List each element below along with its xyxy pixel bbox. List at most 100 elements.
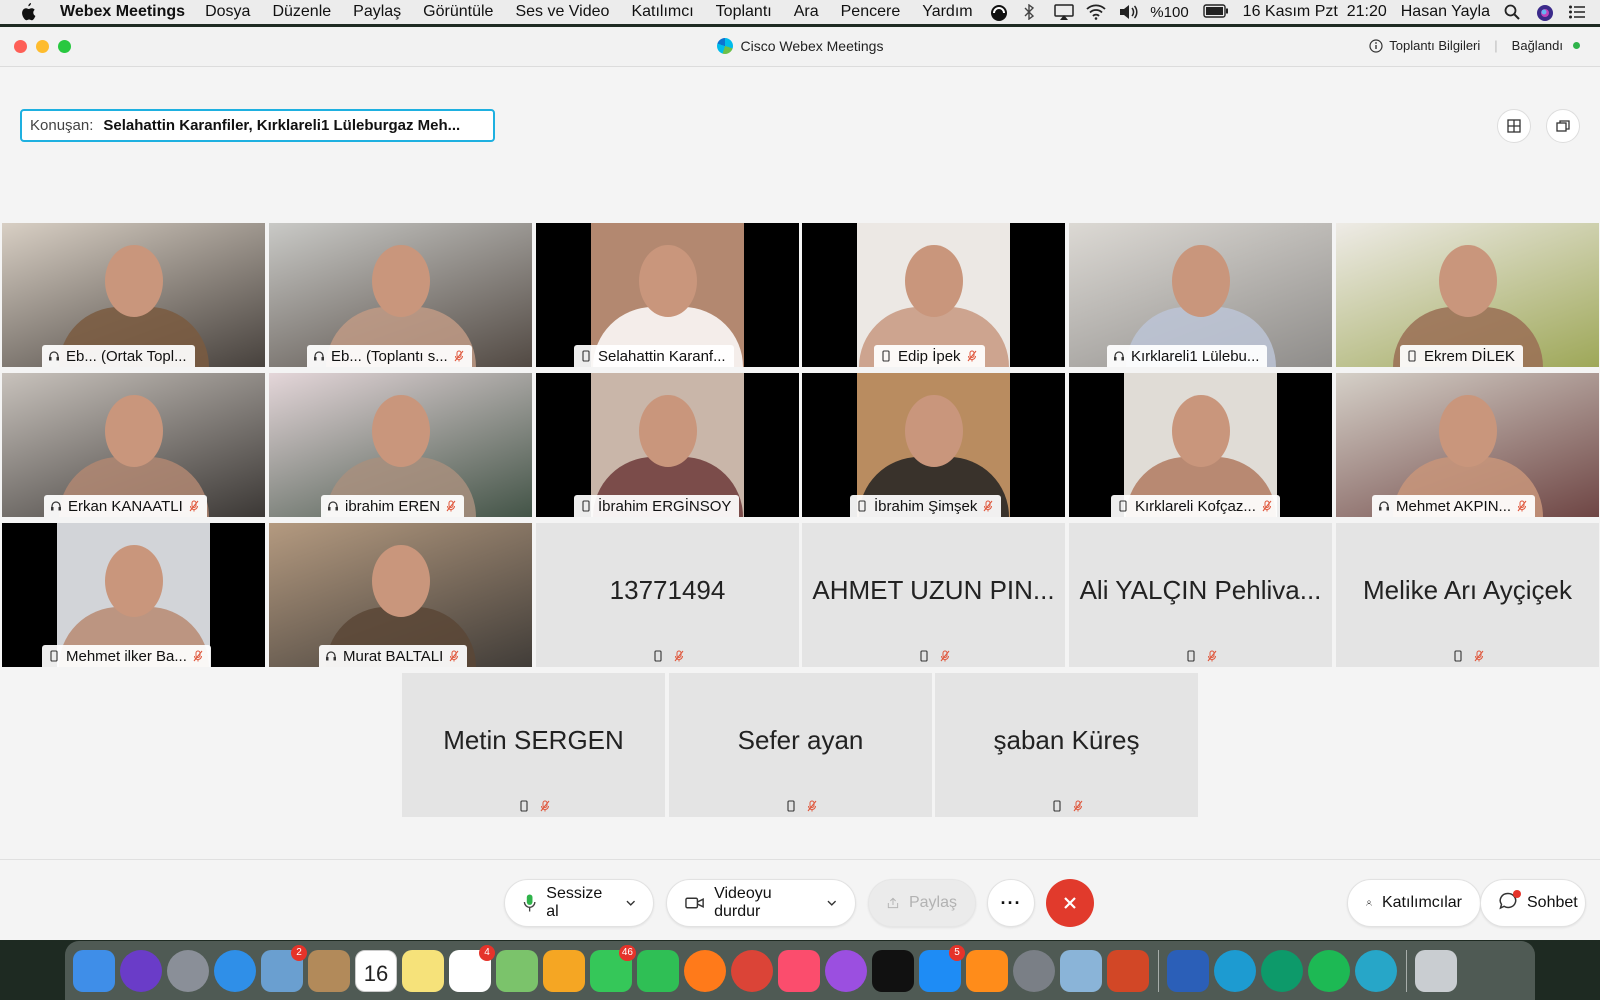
participant-tile[interactable]: şaban Küreş (935, 673, 1198, 817)
switch-layout-button[interactable] (1546, 109, 1580, 143)
participant-tile[interactable]: Erkan KANAATLI (2, 373, 265, 517)
chrome-icon[interactable] (731, 949, 773, 992)
participant-status-icons (1069, 650, 1332, 662)
participant-tile[interactable]: Kırklareli1 Lülebu... (1069, 223, 1332, 367)
messages-icon[interactable]: 46 (590, 944, 636, 992)
preview-icon[interactable] (1060, 949, 1102, 992)
participant-tile[interactable]: İbrahim Şimşek (802, 373, 1065, 517)
participant-tile[interactable]: Mehmet ilker Ba... (2, 523, 265, 667)
menu-dosya[interactable]: Dosya (205, 3, 250, 21)
participant-tile[interactable]: 13771494 (536, 523, 799, 667)
chevron-down-icon[interactable] (625, 899, 635, 907)
participants-button[interactable]: Katılımcılar (1347, 879, 1481, 927)
wifi-icon[interactable] (1086, 4, 1106, 20)
participant-head (1438, 245, 1497, 317)
apple-icon[interactable] (20, 3, 42, 21)
menu-pencere[interactable]: Pencere (841, 3, 901, 21)
contacts-icon[interactable] (308, 949, 350, 992)
system-preferences-icon[interactable] (1013, 949, 1055, 992)
appletv-icon[interactable] (872, 949, 914, 992)
participant-tile[interactable]: Eb... (Toplantı s... (269, 223, 532, 367)
spotify-icon[interactable] (1308, 949, 1350, 992)
participant-head (371, 395, 430, 467)
mail-stamp-icon[interactable]: 2 (261, 944, 307, 992)
device-phone-icon (858, 500, 866, 512)
participant-tile[interactable]: Kırklareli Kofçaz... (1069, 373, 1332, 517)
podcasts-icon[interactable] (825, 949, 867, 992)
participant-tile[interactable]: Ali YALÇIN Pehliva... (1069, 523, 1332, 667)
connection-status-label: Bağlandı (1511, 38, 1563, 53)
menu-yardim[interactable]: Yardım (922, 3, 972, 21)
menu-ses-ve-video[interactable]: Ses ve Video (515, 3, 609, 21)
calendar-day: 16 (363, 960, 389, 986)
participant-tile[interactable]: Selahattin Karanf... (536, 223, 799, 367)
reminders-icon[interactable]: 4 (449, 944, 495, 992)
photos-icon[interactable] (543, 949, 585, 992)
participant-tile[interactable]: Eb... (Ortak Topl... (2, 223, 265, 367)
safari-icon[interactable] (214, 949, 256, 992)
end-meeting-button[interactable] (1046, 879, 1094, 927)
appstore-icon[interactable]: 5 (919, 944, 965, 992)
participant-tile[interactable]: İbrahim ERGİNSOY (536, 373, 799, 517)
fb-icon[interactable] (1214, 949, 1256, 992)
share-button[interactable]: Paylaş (868, 879, 976, 927)
menu-goruntule[interactable]: Görüntüle (423, 3, 493, 21)
volume-icon[interactable] (1118, 4, 1138, 20)
chat-button[interactable]: Sohbet (1480, 879, 1586, 927)
participant-tile[interactable]: Edip İpek (802, 223, 1065, 367)
trash-icon[interactable] (1415, 949, 1457, 992)
control-center-icon[interactable] (1568, 4, 1586, 20)
menu-duzenle[interactable]: Düzenle (272, 3, 331, 21)
muted-microphone-icon (940, 650, 949, 662)
menu-katilimci[interactable]: Katılımcı (631, 3, 693, 21)
menu-paylas[interactable]: Paylaş (353, 3, 401, 21)
participant-status-icons (802, 650, 1065, 662)
menu-app-name[interactable]: Webex Meetings (60, 3, 185, 21)
participant-name-tag: Kırklareli Kofçaz... (1111, 495, 1280, 517)
menubar-datetime[interactable]: 16 Kasım Pzt 21:20 (1243, 3, 1387, 21)
spotlight-search-icon[interactable] (1504, 4, 1522, 20)
powerpoint-icon[interactable] (1107, 949, 1149, 992)
battery-icon[interactable] (1202, 4, 1229, 20)
mute-button[interactable]: Sessize al (504, 879, 654, 927)
facetime-icon[interactable] (637, 949, 679, 992)
menubar-user[interactable]: Hasan Yayla (1401, 3, 1490, 21)
participant-name: Kırklareli1 Lülebu... (1131, 347, 1260, 365)
device-phone-icon (582, 350, 590, 362)
books-icon[interactable] (966, 949, 1008, 992)
launchpad-icon[interactable] (167, 949, 209, 992)
stop-video-button[interactable]: Videoyu durdur (666, 879, 856, 927)
participant-tile[interactable]: Mehmet AKPIN... (1336, 373, 1599, 517)
battery-percent[interactable]: %100 (1150, 4, 1188, 21)
participant-tile[interactable]: Ekrem DİLEK (1336, 223, 1599, 367)
grid-view-button[interactable] (1497, 109, 1531, 143)
webex-meetings-icon[interactable] (1261, 949, 1303, 992)
more-options-button[interactable]: ··· (987, 879, 1035, 927)
participant-name-tag: Murat BALTALI (319, 645, 468, 667)
firefox-icon[interactable] (684, 949, 726, 992)
notes-icon[interactable] (402, 949, 444, 992)
participant-name: Ali YALÇIN Pehliva... (1079, 575, 1322, 605)
menu-toplanti[interactable]: Toplantı (716, 3, 772, 21)
participant-tile[interactable]: Sefer ayan (669, 673, 932, 817)
siri-icon[interactable] (120, 949, 162, 992)
calendar-icon[interactable]: 16 (355, 949, 397, 992)
chevron-down-icon[interactable] (827, 899, 837, 907)
share-icon (887, 897, 899, 909)
bluetooth-icon[interactable] (1022, 3, 1040, 21)
maps-icon[interactable] (496, 949, 538, 992)
music-icon[interactable] (778, 949, 820, 992)
airplay-icon[interactable] (1054, 4, 1075, 20)
finder-icon[interactable] (73, 949, 115, 992)
menu-ara[interactable]: Ara (794, 3, 819, 21)
siri-icon[interactable] (1536, 4, 1554, 21)
participant-tile[interactable]: ibrahim EREN (269, 373, 532, 517)
participant-tile[interactable]: AHMET UZUN PIN... (802, 523, 1065, 667)
meeting-info-button[interactable]: Toplantı Bilgileri (1369, 38, 1480, 53)
participant-tile[interactable]: Melike Arı Ayçiçek (1336, 523, 1599, 667)
word-icon[interactable] (1167, 949, 1209, 992)
webex-icon[interactable] (1355, 949, 1397, 992)
webex-status-icon[interactable] (990, 4, 1008, 21)
participant-tile[interactable]: Murat BALTALI (269, 523, 532, 667)
participant-tile[interactable]: Metin SERGEN (402, 673, 665, 817)
